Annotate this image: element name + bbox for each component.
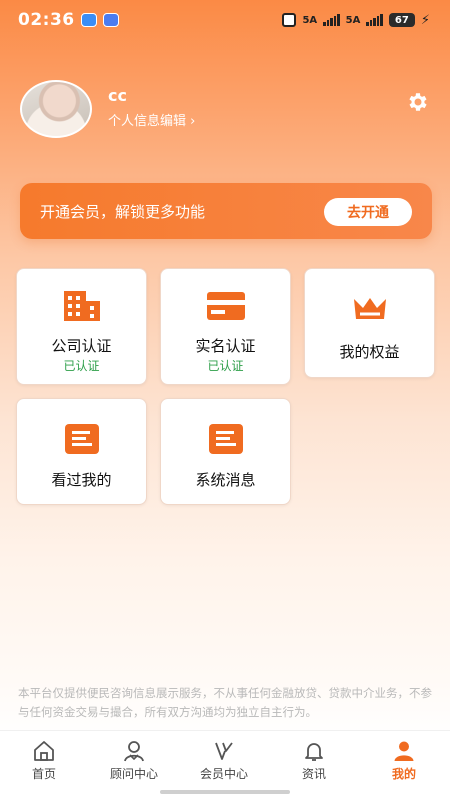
vip-banner-text: 开通会员，解锁更多功能 [40,203,206,221]
crown-icon [353,298,386,319]
app-notification-icon [102,13,119,27]
home-icon [34,741,54,761]
tile-label: 我的权益 [339,343,400,361]
tile-label: 系统消息 [195,471,256,489]
nfc-icon [282,13,297,27]
bell-icon [305,743,323,761]
vip-icon [215,742,233,760]
tab-news[interactable]: 资讯 [274,739,354,782]
document-icon [64,424,99,454]
signal-label-1: 5A [302,14,318,26]
message-icon [208,424,243,454]
tile-label: 实名认证 [195,337,256,355]
tab-label: 顾问中心 [109,767,158,781]
tab-home[interactable]: 首页 [4,739,84,782]
verified-status: 已认证 [63,359,100,373]
tile-label: 看过我的 [51,471,112,489]
battery-icon: 67 [388,13,415,27]
chat-notification-icon [80,13,97,27]
tab-vip-center[interactable]: 会员中心 [184,739,264,782]
tile-realname-verification[interactable]: 实名认证 已认证 [160,268,291,385]
tile-viewed-me[interactable]: 看过我的 [16,398,147,505]
tile-company-verification[interactable]: 公司认证 已认证 [16,268,147,385]
clock: 02:36 [18,10,75,30]
tab-label: 我的 [391,767,416,781]
vip-banner[interactable]: 开通会员，解锁更多功能 去开通 [20,183,432,239]
status-bar: 02:36 5A 5A 67 ⚡ [0,0,450,40]
tab-label: 资讯 [301,767,326,781]
open-vip-button[interactable]: 去开通 [324,198,412,226]
tile-system-messages[interactable]: 系统消息 [160,398,291,505]
nickname: cc [108,86,127,105]
tile-label: 公司认证 [51,337,112,355]
avatar[interactable] [20,80,92,138]
disclaimer-text: 本平台仅提供便民咨询信息展示服务，不从事任何金融放贷、贷款中介业务，不参与任何资… [18,686,432,719]
id-card-icon [206,292,245,320]
tile-my-benefits[interactable]: 我的权益 [304,268,435,378]
gear-icon[interactable] [406,90,430,114]
tab-label: 会员中心 [199,767,248,781]
profile-edit-link[interactable]: 个人信息编辑 › [108,110,195,129]
verified-status: 已认证 [207,359,244,373]
user-icon [394,741,414,761]
tab-mine[interactable]: 我的 [364,739,444,782]
advisor-icon [124,741,144,762]
charging-icon: ⚡ [420,12,430,28]
building-icon [63,291,100,321]
signal-label-2: 5A [345,14,361,26]
profile-header: cc 个人信息编辑 › [20,80,430,140]
tab-advisor-center[interactable]: 顾问中心 [94,739,174,782]
tab-label: 首页 [31,767,56,781]
home-indicator [160,790,290,794]
signal-icon-2 [366,14,383,26]
signal-icon [323,14,340,26]
